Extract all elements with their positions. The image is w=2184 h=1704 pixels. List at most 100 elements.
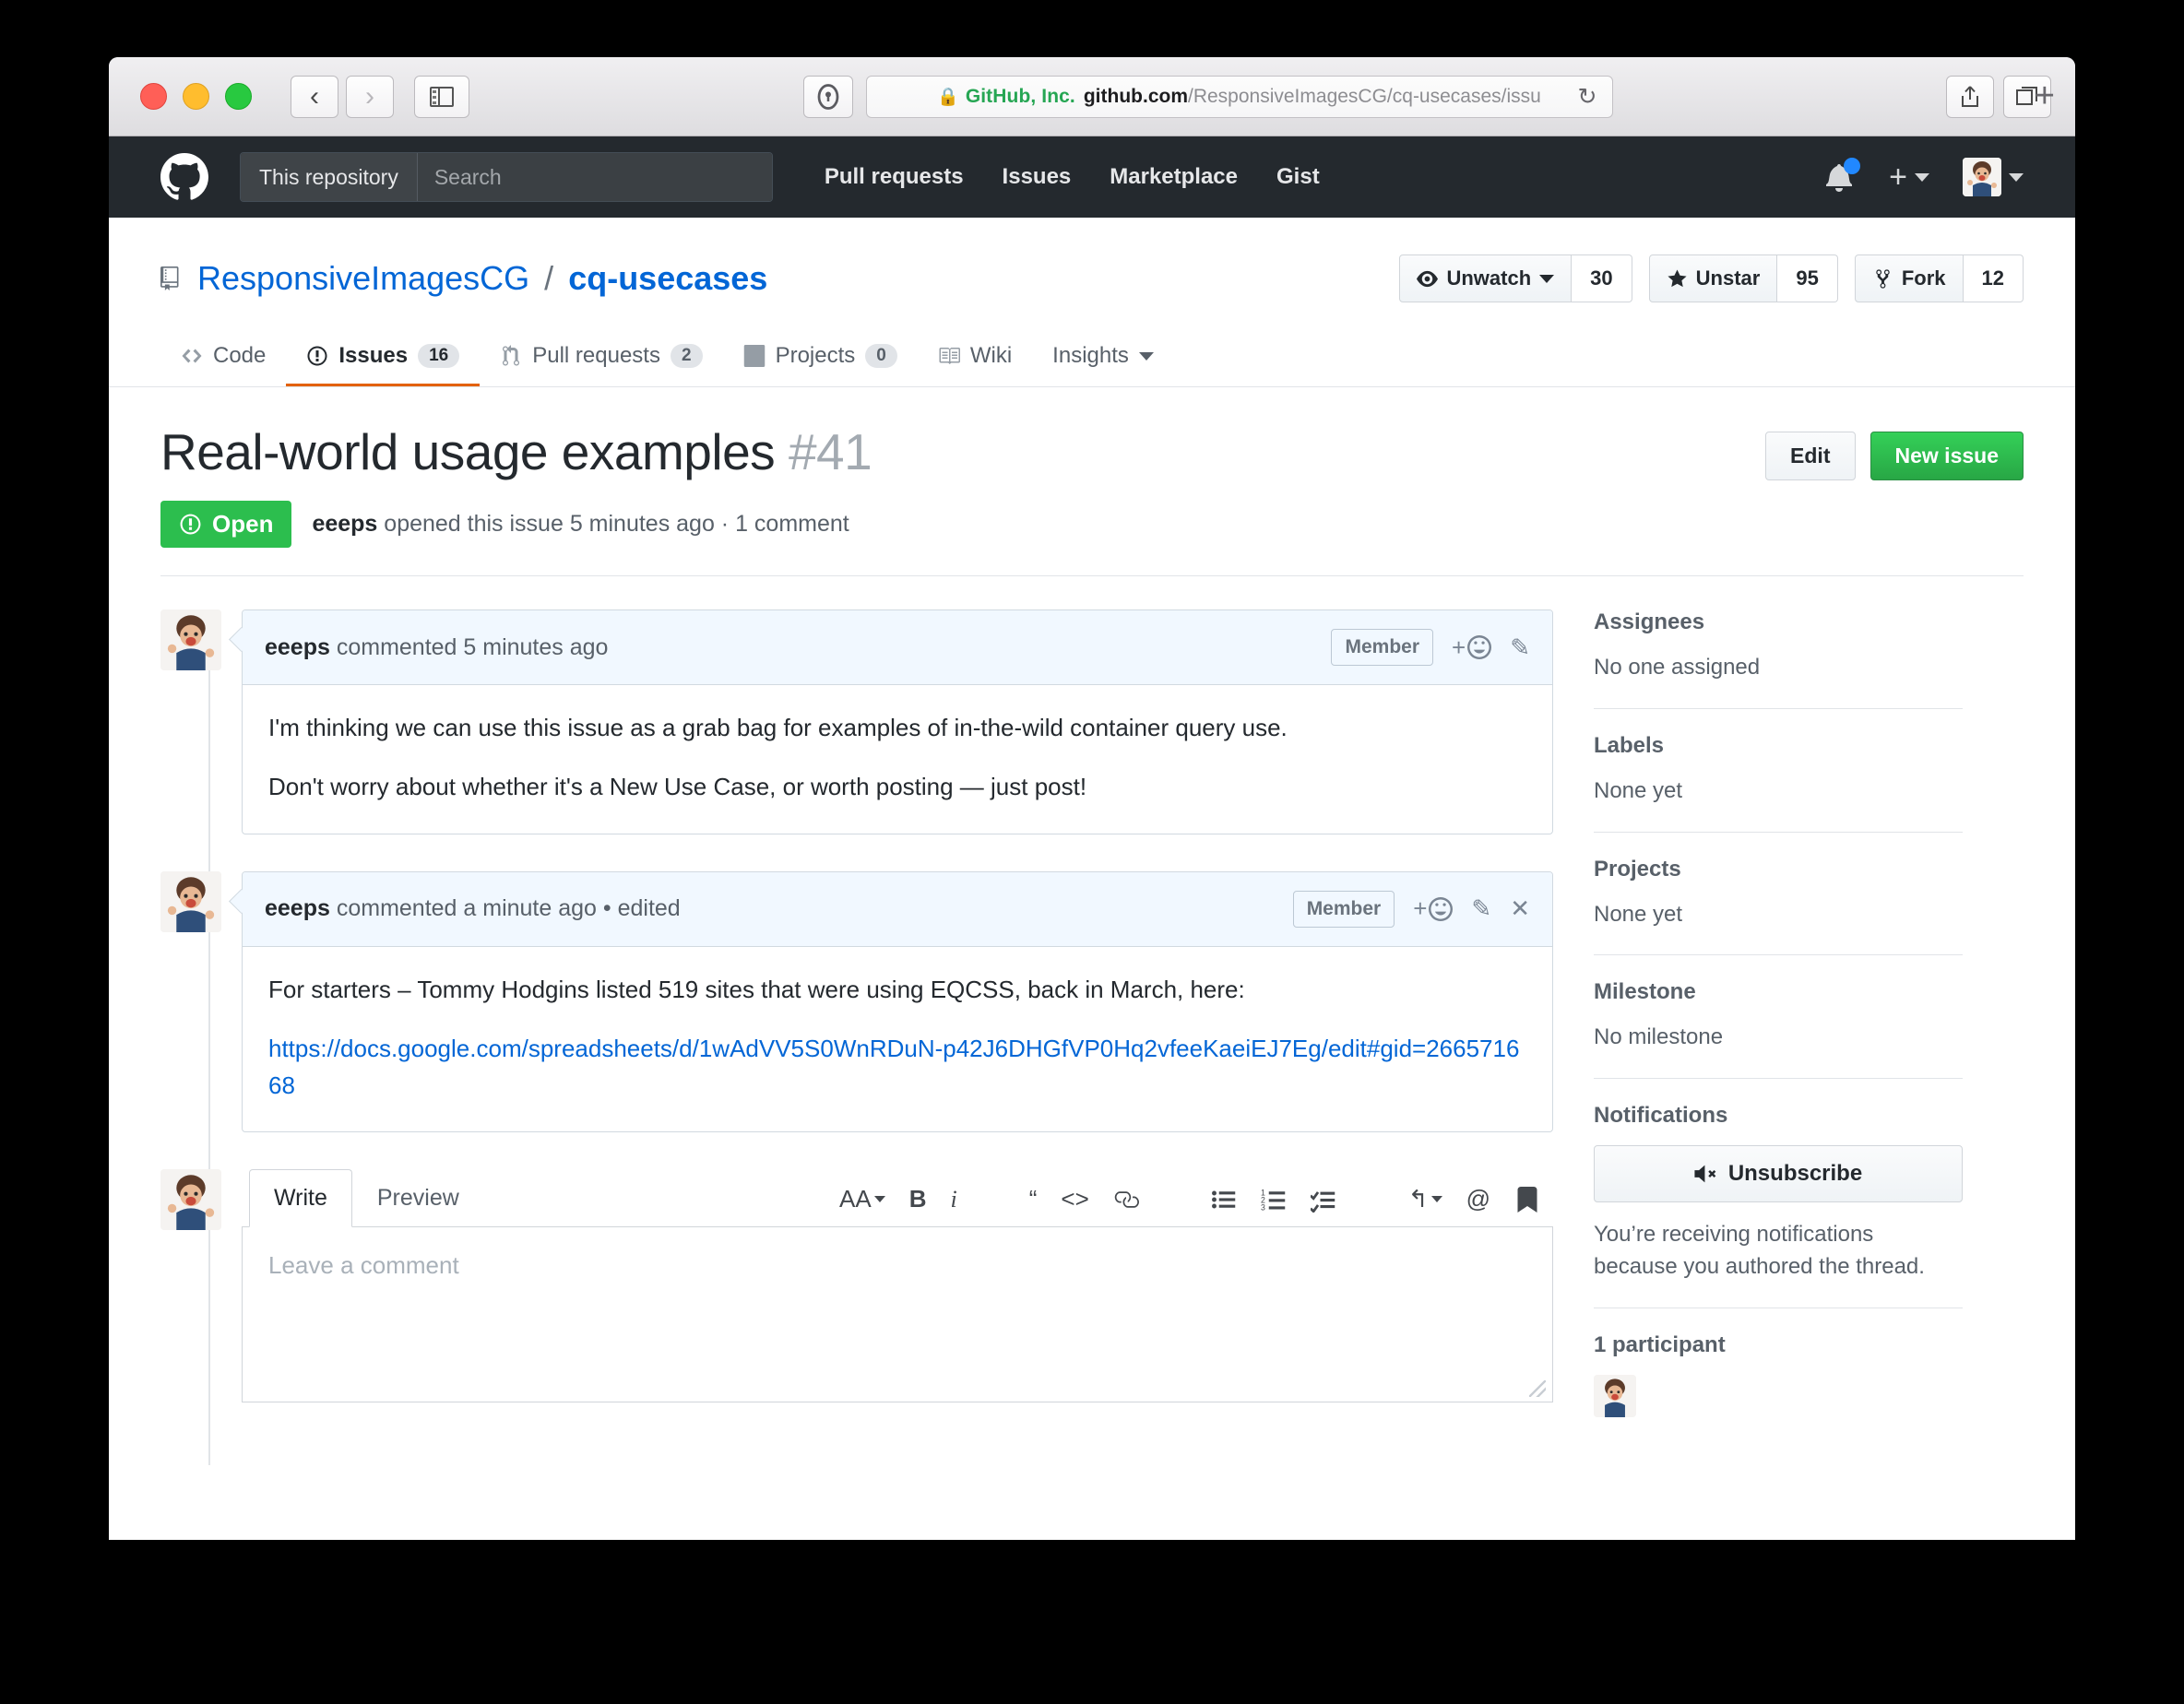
nav-pull-requests[interactable]: Pull requests [825, 164, 964, 190]
code-icon[interactable]: <> [1061, 1185, 1088, 1213]
text-size-icon[interactable]: AA [839, 1185, 885, 1213]
bell-icon[interactable] [1826, 158, 1861, 193]
sidebar-section-title[interactable]: Projects [1594, 857, 1963, 882]
tab-code[interactable]: Code [160, 328, 286, 386]
sidebar-section-title[interactable]: Labels [1594, 733, 1963, 759]
issue-opened-icon [307, 346, 327, 366]
issue-author[interactable]: eeeps [312, 511, 377, 537]
avatar[interactable] [160, 1169, 221, 1231]
comment-body: I'm thinking we can use this issue as a … [243, 685, 1552, 834]
comment-link[interactable]: https://docs.google.com/spreadsheets/d/1… [268, 1035, 1519, 1099]
comment-body: For starters – Tommy Hodgins listed 519 … [243, 947, 1552, 1132]
quote-icon[interactable]: “ [1029, 1185, 1038, 1213]
add-reaction-icon[interactable]: + [1413, 894, 1454, 923]
search-group[interactable]: This repository Search [240, 152, 773, 202]
nav-gist[interactable]: Gist [1276, 164, 1320, 190]
star-count[interactable]: 95 [1777, 254, 1838, 302]
nav-issues[interactable]: Issues [1003, 164, 1072, 190]
chevron-down-icon[interactable] [1138, 351, 1154, 361]
tab-issues[interactable]: Issues 16 [286, 328, 481, 386]
profile-menu[interactable] [1963, 158, 2024, 196]
comment-paragraph: For starters – Tommy Hodgins listed 519 … [268, 975, 1245, 1003]
create-new-menu[interactable]: + [1889, 160, 1929, 195]
forward-chevron-icon[interactable]: › [346, 75, 394, 118]
sidebar-participants: 1 participant [1594, 1332, 1963, 1441]
tab-wiki[interactable]: Wiki [918, 328, 1032, 386]
reply-icon[interactable]: ↰ [1408, 1185, 1442, 1213]
unsubscribe-label: Unsubscribe [1727, 1161, 1863, 1187]
issue-sidebar: Assignees No one assigned Labels None ye… [1594, 609, 1963, 1465]
tab-insights[interactable]: Insights [1032, 328, 1174, 386]
form-tabs[interactable]: Write Preview AA B i “ <> 1 2 3 ↰ @ [242, 1169, 1553, 1228]
link-icon[interactable] [1113, 1187, 1139, 1213]
back-chevron-icon[interactable]: ‹ [291, 75, 338, 118]
share-icon[interactable] [1946, 75, 1994, 118]
markdown-toolbar[interactable]: AA B i “ <> 1 2 3 ↰ @ [839, 1185, 1553, 1226]
sidebar-toggle-icon[interactable] [414, 75, 469, 118]
sidebar-section-title[interactable]: Milestone [1594, 979, 1963, 1005]
comment-form: Write Preview AA B i “ <> 1 2 3 ↰ @ Leav… [160, 1169, 1553, 1403]
maximize-window-button[interactable] [225, 83, 252, 110]
edit-pencil-icon[interactable]: ✎ [1471, 894, 1491, 923]
repo-action-buttons[interactable]: Unwatch 30 Unstar 95 Fork 12 [1399, 254, 2024, 302]
comment-author[interactable]: eeeps [265, 895, 330, 921]
avatar[interactable] [160, 609, 221, 670]
repo-owner-link[interactable]: ResponsiveImagesCG [197, 259, 529, 298]
comment-textarea[interactable]: Leave a comment [242, 1227, 1553, 1403]
repo-nav-tabs[interactable]: Code Issues 16 Pull requests 2 Projects … [160, 328, 2024, 386]
comment-author[interactable]: eeeps [265, 634, 330, 660]
reload-icon[interactable]: ↻ [1578, 83, 1597, 111]
star-button-group[interactable]: Unstar 95 [1648, 254, 1838, 302]
plus-icon[interactable]: + [1889, 160, 1907, 195]
add-reaction-icon[interactable]: + [1452, 633, 1492, 662]
edit-button[interactable]: Edit [1765, 432, 1856, 480]
unstar-button[interactable]: Unstar [1648, 254, 1778, 302]
task-list-icon[interactable] [1310, 1187, 1336, 1213]
ordered-list-icon[interactable]: 123 [1261, 1187, 1287, 1213]
nav-marketplace[interactable]: Marketplace [1110, 164, 1238, 190]
bold-icon[interactable]: B [909, 1185, 927, 1213]
minimize-window-button[interactable] [183, 83, 209, 110]
mention-icon[interactable]: @ [1466, 1185, 1490, 1213]
user-avatar[interactable] [1963, 158, 2001, 196]
sidebar-section-title[interactable]: Assignees [1594, 609, 1963, 635]
tab-pull-requests[interactable]: Pull requests 2 [480, 328, 722, 386]
github-octocat-logo[interactable] [160, 153, 208, 201]
resize-handle[interactable] [1529, 1380, 1546, 1398]
avatar[interactable] [1594, 1374, 1636, 1417]
chevron-down-icon[interactable] [1915, 172, 1929, 182]
tab-projects-label: Projects [775, 343, 856, 368]
unwatch-button[interactable]: Unwatch [1399, 254, 1573, 302]
new-issue-button[interactable]: New issue [1869, 432, 2024, 480]
saved-replies-icon[interactable] [1514, 1186, 1540, 1213]
chevron-down-icon[interactable] [2009, 172, 2024, 182]
tab-preview[interactable]: Preview [352, 1169, 484, 1227]
fork-count[interactable]: 12 [1963, 254, 2024, 302]
sidebar-section-value: No milestone [1594, 1024, 1724, 1050]
navigation-buttons[interactable]: ‹ › [291, 75, 394, 118]
chevron-down-icon[interactable] [1539, 274, 1555, 283]
unsubscribe-button[interactable]: Unsubscribe [1594, 1145, 1963, 1203]
1password-icon[interactable] [802, 75, 853, 118]
global-nav[interactable]: Pull requests Issues Marketplace Gist [825, 164, 1320, 190]
star-icon [1668, 268, 1687, 287]
repo-name-link[interactable]: cq-usecases [568, 259, 767, 298]
italic-icon[interactable]: i [951, 1186, 957, 1213]
new-tab-plus-icon[interactable]: + [2035, 77, 2055, 116]
close-x-icon[interactable]: ✕ [1510, 894, 1530, 923]
fork-button-group[interactable]: Fork 12 [1854, 254, 2024, 302]
address-bar[interactable]: 🔒 GitHub, Inc. github.com /ResponsiveIma… [865, 75, 1613, 118]
search-input[interactable]: Search [417, 153, 772, 201]
tab-write[interactable]: Write [249, 1169, 352, 1228]
watch-count[interactable]: 30 [1572, 254, 1632, 302]
tab-projects[interactable]: Projects 0 [723, 328, 918, 386]
search-scope-selector[interactable]: This repository [241, 153, 418, 201]
github-global-header: This repository Search Pull requests Iss… [109, 136, 2075, 218]
fork-button[interactable]: Fork [1854, 254, 1964, 302]
watch-button-group[interactable]: Unwatch 30 [1399, 254, 1632, 302]
window-controls[interactable] [140, 83, 252, 110]
avatar[interactable] [160, 870, 221, 932]
edit-pencil-icon[interactable]: ✎ [1510, 633, 1530, 662]
unordered-list-icon[interactable] [1211, 1187, 1237, 1213]
close-window-button[interactable] [140, 83, 167, 110]
